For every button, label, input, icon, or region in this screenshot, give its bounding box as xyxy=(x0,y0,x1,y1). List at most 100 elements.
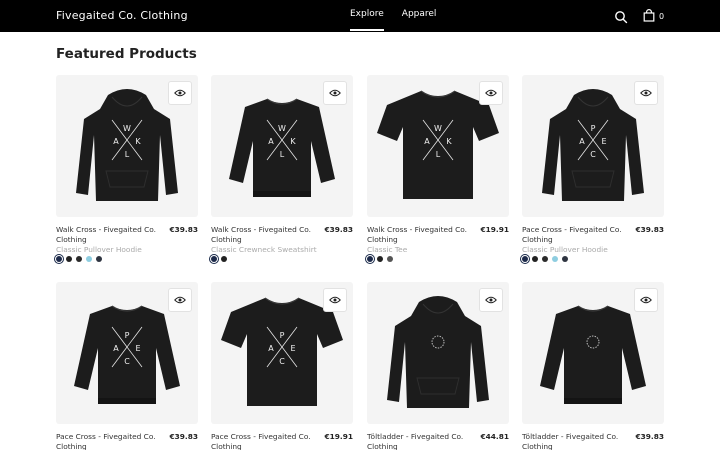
product-price: €19.91 xyxy=(324,432,353,441)
eye-icon[interactable] xyxy=(323,288,347,312)
svg-text:A: A xyxy=(579,137,585,146)
search-icon[interactable] xyxy=(614,9,628,24)
color-swatch[interactable] xyxy=(221,256,227,262)
color-swatch[interactable] xyxy=(96,256,102,262)
color-swatches xyxy=(522,256,568,262)
brand-name[interactable]: Fivegaited Co. Clothing xyxy=(56,9,188,22)
product-price: €39.83 xyxy=(324,225,353,234)
svg-text:E: E xyxy=(601,137,606,146)
color-swatch[interactable] xyxy=(562,256,568,262)
product-type: Classic Tee xyxy=(367,245,408,254)
svg-text:L: L xyxy=(436,150,441,159)
product-card[interactable]: Töltladder - Fivegaited Co. Clothing €44… xyxy=(367,282,509,450)
product-image[interactable] xyxy=(367,282,509,424)
color-swatch[interactable] xyxy=(377,256,383,262)
product-info: Töltladder - Fivegaited Co. Clothing €44… xyxy=(367,432,509,450)
product-name[interactable]: Töltladder - Fivegaited Co. Clothing xyxy=(367,432,473,450)
product-image[interactable]: PA EC xyxy=(211,282,353,424)
eye-icon[interactable] xyxy=(168,288,192,312)
product-info: Walk Cross - Fivegaited Co. Clothing €39… xyxy=(211,225,353,265)
svg-text:K: K xyxy=(135,137,141,146)
svg-text:A: A xyxy=(113,137,119,146)
product-card[interactable]: WA KL Walk Cross - Fivegaited Co. Clothin… xyxy=(367,75,509,265)
product-price: €39.83 xyxy=(635,225,664,234)
product-name[interactable]: Pace Cross - Fivegaited Co. Clothing xyxy=(522,225,628,245)
svg-text:L: L xyxy=(280,150,285,159)
product-name[interactable]: Walk Cross - Fivegaited Co. Clothing xyxy=(56,225,162,245)
color-swatch[interactable] xyxy=(76,256,82,262)
svg-text:A: A xyxy=(268,344,274,353)
product-price: €39.83 xyxy=(169,225,198,234)
main-nav: Explore Apparel xyxy=(350,9,437,31)
color-swatch[interactable] xyxy=(387,256,393,262)
product-name[interactable]: Töltladder - Fivegaited Co. Clothing xyxy=(522,432,628,450)
svg-text:C: C xyxy=(124,357,130,366)
eye-icon[interactable] xyxy=(323,81,347,105)
product-price: €39.83 xyxy=(169,432,198,441)
section-title: Featured Products xyxy=(56,46,197,62)
product-name[interactable]: Pace Cross - Fivegaited Co. Clothing xyxy=(56,432,162,450)
product-info: Walk Cross - Fivegaited Co. Clothing €19… xyxy=(367,225,509,265)
product-card[interactable]: PA EC Pace Cross - Fivegaited Co. Clothin… xyxy=(56,282,198,450)
product-image[interactable]: WA KL xyxy=(211,75,353,217)
product-image[interactable] xyxy=(522,282,664,424)
product-price: €19.91 xyxy=(480,225,509,234)
svg-text:A: A xyxy=(268,137,274,146)
product-image[interactable]: WA KL xyxy=(367,75,509,217)
color-swatch[interactable] xyxy=(532,256,538,262)
svg-text:E: E xyxy=(135,344,140,353)
product-info: Pace Cross - Fivegaited Co. Clothing €39… xyxy=(56,432,198,450)
product-price: €39.83 xyxy=(635,432,664,441)
product-image[interactable]: PA EC xyxy=(522,75,664,217)
product-card[interactable]: Töltladder - Fivegaited Co. Clothing €39… xyxy=(522,282,664,450)
svg-text:P: P xyxy=(280,331,285,340)
product-type: Classic Pullover Hoodie xyxy=(56,245,142,254)
svg-text:C: C xyxy=(279,357,285,366)
cart-count: 0 xyxy=(659,11,665,21)
nav-item-explore[interactable]: Explore xyxy=(350,9,384,31)
eye-icon[interactable] xyxy=(168,81,192,105)
product-name[interactable]: Pace Cross - Fivegaited Co. Clothing xyxy=(211,432,317,450)
color-swatch[interactable] xyxy=(367,256,373,262)
product-image[interactable]: PA EC xyxy=(56,282,198,424)
eye-icon[interactable] xyxy=(479,81,503,105)
product-type: Classic Crewneck Sweatshirt xyxy=(211,245,317,254)
color-swatch[interactable] xyxy=(66,256,72,262)
eye-icon[interactable] xyxy=(634,81,658,105)
nav-item-apparel[interactable]: Apparel xyxy=(402,9,437,19)
svg-text:K: K xyxy=(290,137,296,146)
product-card[interactable]: WA KL Walk Cross - Fivegaited Co. Clothin… xyxy=(56,75,198,265)
cart-button[interactable]: 0 xyxy=(643,7,665,26)
product-price: €44.81 xyxy=(480,432,509,441)
product-card[interactable]: WA KL Walk Cross - Fivegaited Co. Clothin… xyxy=(211,75,353,265)
product-card[interactable]: PA EC Pace Cross - Fivegaited Co. Clothin… xyxy=(211,282,353,450)
eye-icon[interactable] xyxy=(634,288,658,312)
color-swatch[interactable] xyxy=(56,256,62,262)
product-info: Pace Cross - Fivegaited Co. Clothing €19… xyxy=(211,432,353,450)
product-info: Walk Cross - Fivegaited Co. Clothing €39… xyxy=(56,225,198,265)
product-name[interactable]: Walk Cross - Fivegaited Co. Clothing xyxy=(367,225,473,245)
svg-text:W: W xyxy=(278,124,286,133)
product-name[interactable]: Walk Cross - Fivegaited Co. Clothing xyxy=(211,225,317,245)
color-swatch[interactable] xyxy=(522,256,528,262)
color-swatches xyxy=(367,256,393,262)
product-info: Pace Cross - Fivegaited Co. Clothing €39… xyxy=(522,225,664,265)
eye-icon[interactable] xyxy=(479,288,503,312)
svg-text:W: W xyxy=(123,124,131,133)
color-swatch[interactable] xyxy=(211,256,217,262)
svg-text:W: W xyxy=(434,124,442,133)
color-swatch[interactable] xyxy=(86,256,92,262)
svg-text:L: L xyxy=(125,150,130,159)
product-card[interactable]: PA EC Pace Cross - Fivegaited Co. Clothin… xyxy=(522,75,664,265)
color-swatch[interactable] xyxy=(552,256,558,262)
shopping-bag-icon xyxy=(643,7,655,26)
product-info: Töltladder - Fivegaited Co. Clothing €39… xyxy=(522,432,664,450)
color-swatch[interactable] xyxy=(542,256,548,262)
product-image[interactable]: WA KL xyxy=(56,75,198,217)
svg-text:P: P xyxy=(591,124,596,133)
svg-text:C: C xyxy=(590,150,596,159)
product-type: Classic Pullover Hoodie xyxy=(522,245,608,254)
top-bar: Fivegaited Co. Clothing Explore Apparel … xyxy=(0,0,720,32)
color-swatches xyxy=(56,256,102,262)
svg-text:A: A xyxy=(113,344,119,353)
